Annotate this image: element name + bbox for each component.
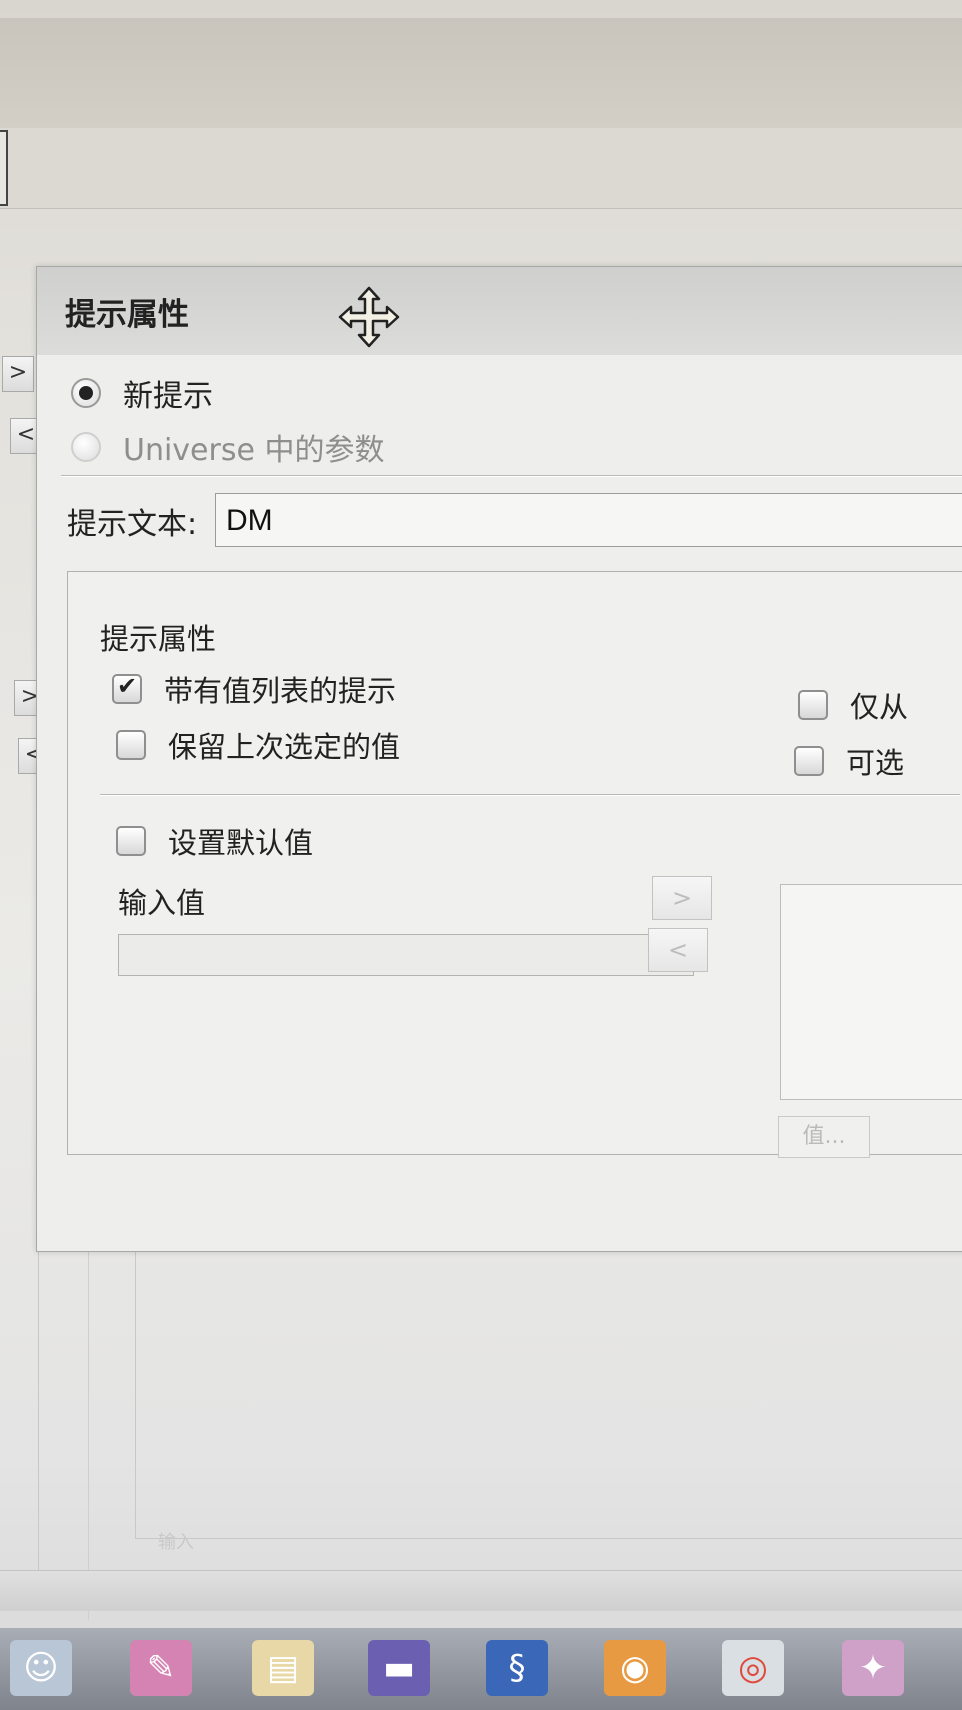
chrome-icon[interactable]: ◎	[722, 1640, 784, 1696]
firefox-icon[interactable]: ◉	[604, 1640, 666, 1696]
finder-icon[interactable]: ☺	[10, 1640, 72, 1696]
background-left-frame	[0, 130, 8, 206]
background-left-panel	[0, 330, 39, 1610]
checkbox-select-only-from-list-box[interactable]	[798, 690, 828, 720]
values-button[interactable]: 值...	[778, 1116, 870, 1158]
app-icon-pink[interactable]: ✎	[130, 1640, 192, 1696]
radio-universe-parameter-button[interactable]	[71, 432, 101, 462]
properties-separator	[100, 794, 960, 796]
checkbox-set-default-label: 设置默认值	[168, 826, 314, 860]
separator	[61, 475, 962, 477]
checkbox-optional[interactable]: 可选	[794, 740, 904, 782]
checkbox-keep-last-value-box[interactable]	[116, 730, 146, 760]
checkbox-keep-last-value-label: 保留上次选定的值	[168, 730, 401, 764]
notes-icon[interactable]: ▤	[252, 1640, 314, 1696]
add-value-button[interactable]: >	[652, 876, 712, 920]
checkbox-optional-box[interactable]	[794, 746, 824, 776]
radio-universe-parameter[interactable]: Universe 中的参数	[71, 425, 384, 469]
prompt-properties-group: 提示属性 带有值列表的提示 保留上次选定的值 仅从 可选 设置默认值	[67, 571, 962, 1158]
app-icon-bar[interactable]: ▬	[368, 1640, 430, 1696]
background-status-bar	[0, 1570, 962, 1611]
checkbox-optional-label: 可选	[846, 746, 905, 780]
radio-new-prompt-label: 新提示	[123, 379, 213, 414]
radio-new-prompt-button[interactable]	[71, 378, 101, 408]
background-add-arrow-button[interactable]: >	[2, 356, 34, 392]
background-window-header	[0, 18, 962, 130]
app-icon-blue-s[interactable]: §	[486, 1640, 548, 1696]
app-icon-colorful[interactable]: ✦	[842, 1640, 904, 1696]
input-value-label: 输入值	[118, 886, 206, 920]
prompt-text-input[interactable]: DM	[215, 493, 962, 547]
properties-heading: 提示属性	[100, 622, 217, 656]
dialog-titlebar[interactable]: 提示属性	[37, 267, 962, 355]
checkbox-select-only-from-list[interactable]: 仅从	[798, 684, 908, 726]
background-toolbar	[0, 128, 962, 209]
checkbox-prompt-with-lov-box[interactable]	[112, 672, 142, 704]
remove-value-button[interactable]: <	[648, 928, 708, 972]
dialog-title: 提示属性	[65, 297, 189, 333]
background-hint-text: 输入	[158, 1532, 194, 1553]
move-cursor-icon	[338, 286, 400, 348]
default-values-list[interactable]	[780, 884, 962, 1100]
radio-new-prompt[interactable]: 新提示	[71, 371, 213, 415]
background-lower-panel	[135, 1248, 962, 1539]
radio-universe-parameter-label: Universe 中的参数	[123, 433, 385, 468]
checkbox-set-default[interactable]: 设置默认值	[116, 820, 313, 862]
prompt-text-label: 提示文本:	[67, 507, 198, 542]
screen: > < > < 输入 提示属性 新提示 Universe 中的参数 提示文本: …	[0, 0, 962, 1710]
prompt-properties-dialog: 提示属性 新提示 Universe 中的参数 提示文本: DM 提示属性 带有值…	[36, 266, 962, 1252]
checkbox-prompt-with-lov[interactable]: 带有值列表的提示	[112, 668, 396, 710]
checkbox-keep-last-value[interactable]: 保留上次选定的值	[116, 724, 400, 766]
checkbox-select-only-from-list-label: 仅从	[850, 690, 909, 724]
checkbox-prompt-with-lov-label: 带有值列表的提示	[164, 674, 397, 708]
input-value-field[interactable]	[118, 934, 694, 976]
checkbox-set-default-box[interactable]	[116, 826, 146, 856]
taskbar: ☺ ✎ ▤ ▬ § ◉ ◎ ✦	[0, 1628, 962, 1710]
